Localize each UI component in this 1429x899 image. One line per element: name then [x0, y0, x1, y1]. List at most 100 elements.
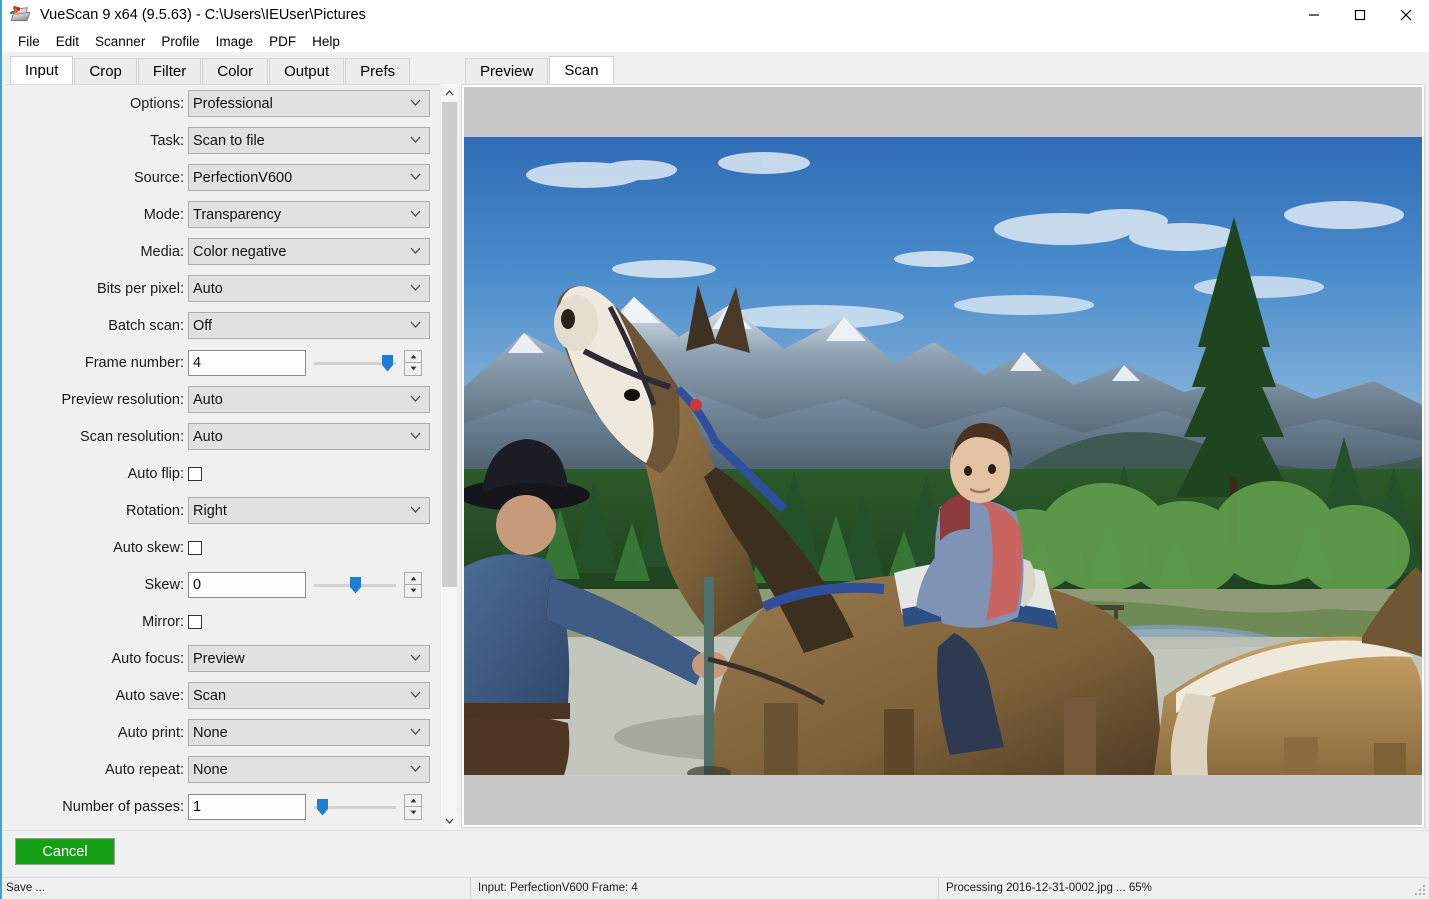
status-left: Save ...	[6, 882, 45, 894]
setting-combo[interactable]: PerfectionV600	[188, 164, 430, 191]
setting-row: Frame number:	[6, 344, 436, 381]
tab-preview[interactable]: Preview	[465, 58, 548, 84]
setting-slider[interactable]	[314, 794, 396, 820]
setting-label: Media:	[6, 244, 188, 260]
vuescan-window: VueScan 9 x64 (9.5.63) - C:\Users\IEUser…	[0, 0, 1429, 899]
menu-scanner[interactable]: Scanner	[87, 32, 153, 51]
setting-label: Preview resolution:	[6, 392, 188, 408]
setting-row: Bits per pixel:Auto	[6, 270, 436, 307]
tab-filter[interactable]: Filter	[138, 58, 201, 84]
setting-combo[interactable]: Right	[188, 497, 430, 524]
setting-row: Options:Professional	[6, 85, 436, 122]
scanner-icon	[10, 6, 32, 24]
setting-combo-wrap: Auto	[188, 386, 430, 413]
setting-combo-wrap: Off	[188, 312, 430, 339]
setting-row: Auto flip:	[6, 455, 436, 492]
status-processing: Processing 2016-12-31-0002.jpg ... 65%	[946, 882, 1152, 894]
setting-combo[interactable]: Scan to file	[188, 127, 430, 154]
setting-label: Auto print:	[6, 725, 188, 741]
setting-combo[interactable]: Professional	[188, 90, 430, 117]
close-icon[interactable]	[1383, 0, 1429, 30]
setting-combo[interactable]: Auto	[188, 423, 430, 450]
spinner-down-icon[interactable]	[404, 362, 422, 376]
setting-row: Source:PerfectionV600	[6, 159, 436, 196]
setting-combo[interactable]: Off	[188, 312, 430, 339]
scan-canvas[interactable]	[464, 87, 1422, 825]
setting-spinner[interactable]	[404, 794, 422, 820]
setting-combo-wrap: PerfectionV600	[188, 164, 430, 191]
slider-thumb[interactable]	[317, 799, 328, 816]
setting-combo[interactable]: Transparency	[188, 201, 430, 228]
menu-file[interactable]: File	[10, 32, 48, 51]
setting-label: Auto repeat:	[6, 762, 188, 778]
settings-scrollbar[interactable]	[440, 84, 457, 829]
setting-spinner[interactable]	[404, 350, 422, 376]
menu-help[interactable]: Help	[304, 32, 348, 51]
setting-checkbox[interactable]	[188, 541, 202, 555]
setting-textbox[interactable]	[188, 350, 306, 376]
setting-textbox[interactable]	[188, 794, 306, 820]
window-controls	[1291, 0, 1429, 30]
scrollbar-thumb[interactable]	[442, 102, 457, 587]
spinner-up-icon[interactable]	[404, 350, 422, 363]
spinner-down-icon[interactable]	[404, 806, 422, 820]
setting-combo-wrap: Auto	[188, 423, 430, 450]
setting-combo[interactable]: Preview	[188, 645, 430, 672]
setting-combo[interactable]: None	[188, 756, 430, 783]
scanned-photo	[464, 137, 1422, 775]
setting-label: Number of passes:	[6, 799, 188, 815]
setting-combo[interactable]: Scan	[188, 682, 430, 709]
setting-textbox[interactable]	[188, 572, 306, 598]
menu-edit[interactable]: Edit	[48, 32, 87, 51]
setting-label: Auto save:	[6, 688, 188, 704]
setting-label: Auto skew:	[6, 540, 188, 556]
spinner-down-icon[interactable]	[404, 584, 422, 598]
menu-image[interactable]: Image	[208, 32, 262, 51]
setting-label: Mirror:	[6, 614, 188, 630]
setting-combo[interactable]: None	[188, 719, 430, 746]
menu-bar: File Edit Scanner Profile Image PDF Help	[2, 30, 1429, 52]
setting-row: Preview resolution:Auto	[6, 381, 436, 418]
scan-viewer[interactable]	[461, 84, 1425, 828]
tab-color[interactable]: Color	[202, 58, 268, 84]
setting-slider[interactable]	[314, 572, 396, 598]
setting-combo[interactable]: Auto	[188, 275, 430, 302]
input-settings-list: Options:ProfessionalTask:Scan to fileSou…	[6, 84, 453, 829]
minimize-icon[interactable]	[1291, 0, 1337, 30]
tab-output[interactable]: Output	[269, 58, 344, 84]
setting-label: Rotation:	[6, 503, 188, 519]
setting-combo-wrap: None	[188, 756, 430, 783]
scroll-down-icon[interactable]	[441, 812, 458, 829]
setting-spinner[interactable]	[404, 572, 422, 598]
cancel-button[interactable]: Cancel	[15, 838, 115, 865]
setting-row: Scan resolution:Auto	[6, 418, 436, 455]
resize-grip[interactable]	[1415, 885, 1427, 897]
setting-label: Options:	[6, 96, 188, 112]
setting-row: Auto focus:Preview	[6, 640, 436, 677]
maximize-icon[interactable]	[1337, 0, 1383, 30]
setting-slider[interactable]	[314, 350, 396, 376]
tab-scan[interactable]: Scan	[549, 56, 613, 84]
setting-checkbox[interactable]	[188, 467, 202, 481]
menu-pdf[interactable]: PDF	[261, 32, 304, 51]
tab-prefs[interactable]: Prefs	[345, 58, 410, 84]
input-panel: Input Crop Filter Color Output Prefs Opt…	[2, 52, 457, 830]
setting-combo[interactable]: Color negative	[188, 238, 430, 265]
setting-combo[interactable]: Auto	[188, 386, 430, 413]
spinner-up-icon[interactable]	[404, 794, 422, 807]
setting-label: Batch scan:	[6, 318, 188, 334]
setting-combo-wrap: Scan to file	[188, 127, 430, 154]
tab-crop[interactable]: Crop	[74, 58, 137, 84]
menu-profile[interactable]: Profile	[153, 32, 207, 51]
setting-combo-wrap: Color negative	[188, 238, 430, 265]
slider-thumb[interactable]	[382, 355, 393, 372]
tab-input[interactable]: Input	[10, 56, 73, 84]
spinner-up-icon[interactable]	[404, 572, 422, 585]
setting-checkbox[interactable]	[188, 615, 202, 629]
settings-tabstrip: Input Crop Filter Color Output Prefs	[10, 57, 450, 84]
setting-row: Number of passes:	[6, 788, 436, 825]
scroll-up-icon[interactable]	[441, 84, 458, 101]
setting-label: Auto flip:	[6, 466, 188, 482]
setting-label: Task:	[6, 133, 188, 149]
slider-thumb[interactable]	[350, 577, 361, 594]
